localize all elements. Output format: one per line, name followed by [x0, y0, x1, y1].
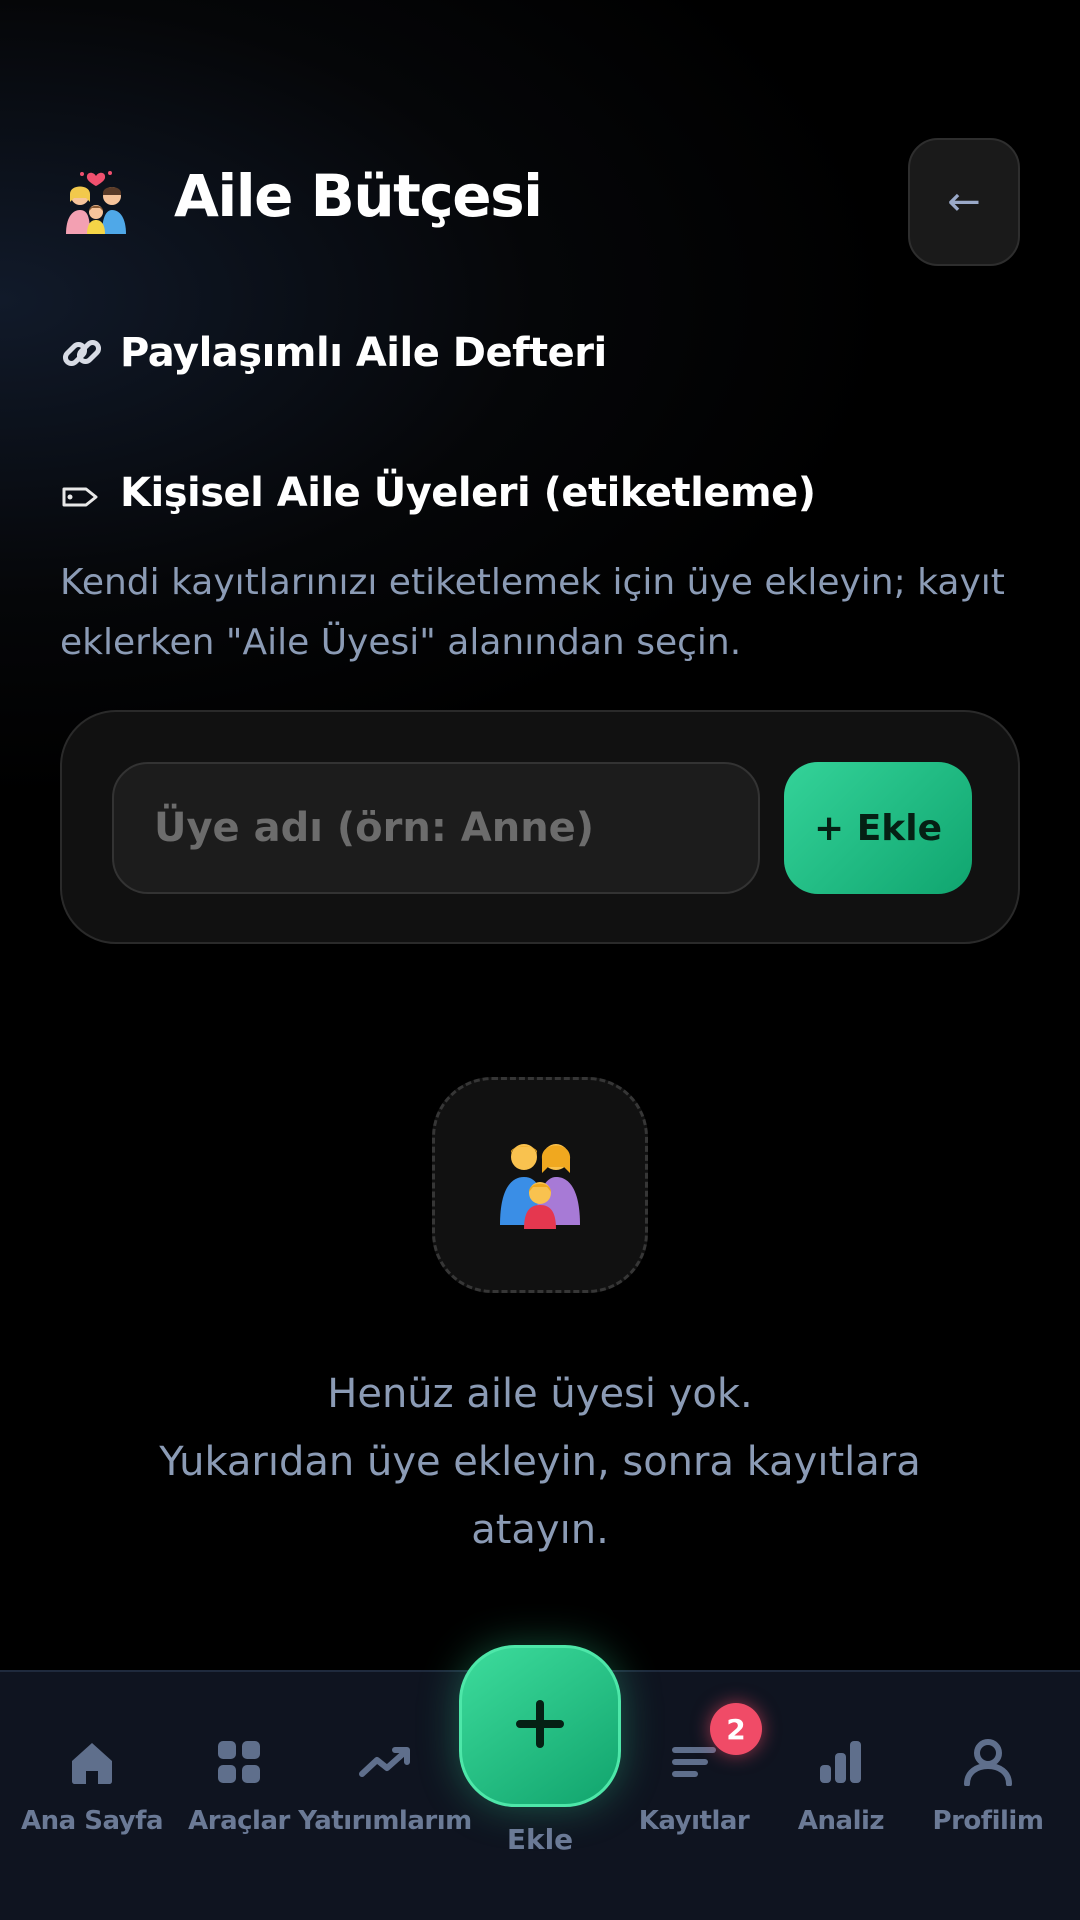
- members-section-label: Kişisel Aile Üyeleri (etiketleme): [120, 470, 816, 516]
- members-section-title: Kişisel Aile Üyeleri (etiketleme): [60, 470, 816, 516]
- home-icon: [68, 1732, 116, 1792]
- label-tag-icon: [60, 473, 110, 513]
- nav-label-records: Kayıtlar: [638, 1806, 750, 1836]
- back-arrow-icon: ←: [947, 179, 981, 225]
- empty-state-line-3: atayın.: [471, 1507, 609, 1553]
- nav-label-tools: Araçlar: [188, 1806, 290, 1836]
- add-member-button[interactable]: + Ekle: [784, 762, 972, 894]
- nav-label-analysis: Analiz: [797, 1806, 885, 1836]
- fab-label: Ekle: [506, 1823, 574, 1856]
- nav-item-investments[interactable]: Yatırımlarım: [298, 1732, 472, 1836]
- header: Aile Bütçesi ←: [60, 138, 1020, 268]
- add-member-label: + Ekle: [814, 807, 942, 849]
- records-count-badge: 2: [710, 1703, 762, 1755]
- nav-label-profile: Profilim: [932, 1806, 1044, 1836]
- list-icon: [670, 1732, 718, 1792]
- add-member-card: Üye adı (örn: Anne) + Ekle: [60, 710, 1020, 944]
- empty-state-line-2: Yukarıdan üye ekleyin, sonra kayıtlara: [159, 1439, 921, 1485]
- page-title: Aile Bütçesi: [174, 162, 543, 230]
- add-record-fab[interactable]: [459, 1645, 621, 1807]
- member-name-placeholder: Üye adı (örn: Anne): [154, 805, 595, 851]
- plus-icon: [512, 1696, 568, 1756]
- shared-notebook-title[interactable]: Paylaşımlı Aile Defteri: [60, 330, 607, 376]
- members-description: Kendi kayıtlarınızı etiketlemek için üye…: [60, 562, 1005, 663]
- nav-item-profile[interactable]: Profilim: [908, 1732, 1068, 1836]
- back-button[interactable]: ←: [908, 138, 1020, 266]
- nav-label-home: Ana Sayfa: [20, 1806, 164, 1836]
- bar-chart-icon: [818, 1732, 864, 1792]
- nav-label-investments: Yatırımlarım: [298, 1806, 472, 1836]
- member-name-input[interactable]: Üye adı (örn: Anne): [112, 762, 760, 894]
- link-icon: [60, 331, 110, 375]
- grid-icon: [216, 1732, 262, 1792]
- empty-state-illustration: [432, 1077, 648, 1293]
- nav-item-home[interactable]: Ana Sayfa: [12, 1732, 172, 1836]
- nav-item-analysis[interactable]: Analiz: [761, 1732, 921, 1836]
- family-budget-screen: Aile Bütçesi ← Paylaşımlı Aile Defteri K…: [0, 0, 1080, 1920]
- empty-state-message: Henüz aile üyesi yok. Yukarıdan üye ekle…: [80, 1360, 1000, 1564]
- empty-state-line-1: Henüz aile üyesi yok.: [327, 1371, 753, 1417]
- shared-notebook-label: Paylaşımlı Aile Defteri: [120, 330, 607, 376]
- nav-item-tools[interactable]: Araçlar: [159, 1732, 319, 1836]
- trend-up-icon: [359, 1732, 411, 1792]
- family-icon: [494, 1137, 586, 1233]
- family-couple-heart-icon: [60, 162, 132, 234]
- user-icon: [963, 1732, 1013, 1792]
